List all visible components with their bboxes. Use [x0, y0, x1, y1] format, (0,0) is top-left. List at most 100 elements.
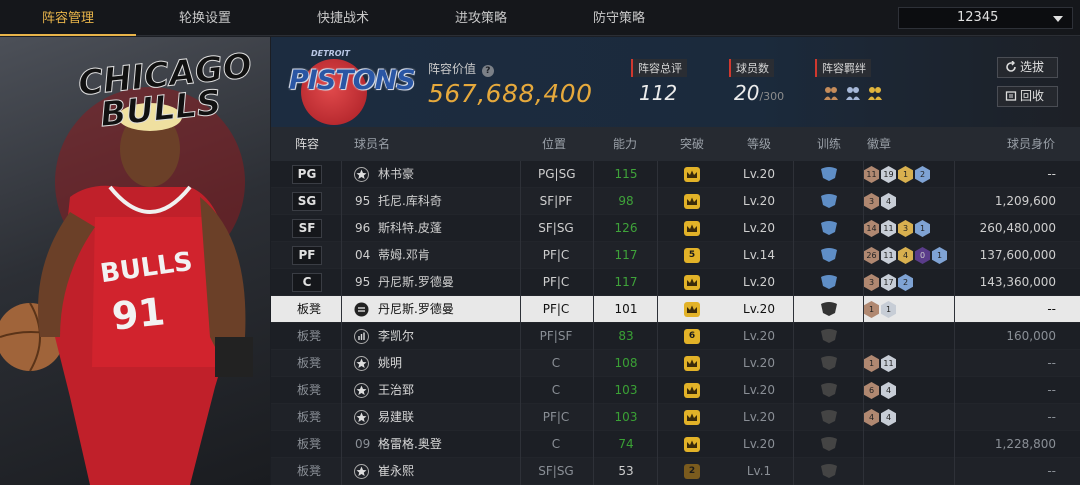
- table-row[interactable]: SF 96 斯科特.皮蓬 SF|SG 126 Lv.20 14 11 3 1 260,480,000: [271, 215, 1080, 242]
- player-rating-num: 09: [355, 437, 371, 451]
- star-rank-icon: [354, 464, 369, 479]
- star-rank-icon: [354, 356, 369, 371]
- tab-lineup[interactable]: 阵容管理: [0, 0, 136, 36]
- tab-rotation[interactable]: 轮换设置: [136, 0, 274, 36]
- chemistry-icon-3[interactable]: [866, 84, 884, 102]
- player-name[interactable]: 蒂姆.邓肯: [378, 242, 430, 269]
- col-lineup: 阵容: [295, 137, 320, 151]
- recycle-button-label: 回收: [1020, 89, 1045, 103]
- player-name[interactable]: 姚明: [378, 350, 402, 377]
- skill-badge: 2: [898, 274, 913, 291]
- player-rating-num: 04: [355, 248, 371, 262]
- training-icon[interactable]: [820, 463, 838, 479]
- tab-offense[interactable]: 进攻策略: [412, 0, 550, 36]
- player-value: 260,480,000: [979, 221, 1056, 235]
- tab-quick-tactics[interactable]: 快捷战术: [274, 0, 412, 36]
- training-icon[interactable]: [820, 193, 838, 209]
- player-name[interactable]: 易建联: [378, 404, 414, 431]
- training-icon[interactable]: [820, 409, 838, 425]
- featured-player-panel: CHICAGO BULLS BULLS 91: [0, 37, 270, 485]
- player-name[interactable]: 丹尼斯.罗德曼: [378, 296, 454, 323]
- bench-slot: 板凳: [297, 464, 322, 478]
- col-training: 训练: [817, 137, 842, 151]
- training-icon[interactable]: [820, 382, 838, 398]
- player-position: C: [551, 437, 561, 451]
- table-row[interactable]: SG 95 托尼.库科奇 SF|PF 98 Lv.20 3 4 1,209,600: [271, 188, 1080, 215]
- crown-icon: [684, 194, 700, 209]
- player-ability: 115: [614, 167, 638, 181]
- star-rank-icon: [354, 383, 369, 398]
- table-row[interactable]: 板凳 易建联 PF|C 103 Lv.20 4 4 --: [271, 404, 1080, 431]
- player-name[interactable]: 丹尼斯.罗德曼: [378, 269, 454, 296]
- chemistry-icon-2[interactable]: [844, 84, 862, 102]
- skill-badge: 4: [881, 193, 896, 210]
- player-rating-num: 95: [355, 194, 371, 208]
- lineup-slot: PF: [292, 246, 322, 265]
- skill-badge: 1: [864, 355, 879, 372]
- player-value: --: [1047, 302, 1056, 316]
- player-name[interactable]: 李凯尔: [378, 323, 414, 350]
- table-row[interactable]: 板凳 09 格雷格.奥登 C 74 Lv.20 1,228,800: [271, 431, 1080, 458]
- select-button[interactable]: 选拔: [997, 57, 1058, 78]
- table-row[interactable]: PF 04 蒂姆.邓肯 PF|C 117 5 Lv.14 26 11 4 0 1 137,600,000: [271, 242, 1080, 269]
- player-name[interactable]: 托尼.库科奇: [378, 188, 442, 215]
- player-value: --: [1047, 383, 1056, 397]
- training-icon[interactable]: [820, 436, 838, 452]
- breakthrough-badge: 2: [684, 464, 700, 479]
- lineup-header: DETROIT PISTONS 阵容价值 ? 567,688,400 阵容总评 …: [271, 37, 1080, 127]
- player-name[interactable]: 斯科特.皮蓬: [378, 215, 442, 242]
- player-level: Lv.20: [743, 356, 775, 370]
- help-icon[interactable]: ?: [481, 65, 494, 77]
- training-icon[interactable]: [820, 328, 838, 344]
- chemistry-label: 阵容羁绊: [815, 59, 871, 77]
- tab-defense[interactable]: 防守策略: [550, 0, 688, 36]
- training-icon[interactable]: [820, 247, 838, 263]
- table-row[interactable]: 板凳 姚明 C 108 Lv.20 1 11 --: [271, 350, 1080, 377]
- training-icon[interactable]: [820, 301, 838, 317]
- player-name[interactable]: 林书豪: [378, 161, 414, 188]
- chevron-down-icon: [1053, 16, 1063, 22]
- breakthrough-badge: 6: [684, 329, 700, 344]
- table-row[interactable]: 板凳 崔永熙 SF|SG 53 2 Lv.1 --: [271, 458, 1080, 485]
- player-value: 1,228,800: [994, 437, 1056, 451]
- bench-slot: 板凳: [297, 356, 322, 370]
- player-name[interactable]: 王治郅: [378, 377, 414, 404]
- player-position: SF|SG: [538, 464, 574, 478]
- skill-badge: 17: [881, 274, 896, 291]
- training-icon[interactable]: [820, 220, 838, 236]
- table-row[interactable]: C 95 丹尼斯.罗德曼 PF|C 117 Lv.20 3 17 2 143,360,000: [271, 269, 1080, 296]
- table-row[interactable]: PG 林书豪 PG|SG 115 Lv.20 11 19 1 2 --: [271, 161, 1080, 188]
- column-divider: [341, 161, 342, 485]
- recycle-button[interactable]: 回收: [997, 86, 1058, 107]
- players-max: /300: [759, 90, 785, 103]
- lineup-slot: PG: [292, 165, 322, 184]
- player-value: 143,360,000: [979, 275, 1056, 289]
- player-ability: 98: [618, 194, 634, 208]
- training-icon[interactable]: [820, 355, 838, 371]
- player-level: Lv.20: [743, 329, 775, 343]
- skill-badge: 1: [864, 301, 879, 318]
- bench-slot: 板凳: [297, 383, 322, 397]
- player-level: Lv.20: [743, 194, 775, 208]
- bars-rank-icon: [354, 329, 369, 344]
- col-breakthrough: 突破: [680, 137, 705, 151]
- table-row[interactable]: 板凳 李凯尔 PF|SF 83 6 Lv.20 160,000: [271, 323, 1080, 350]
- table-row[interactable]: 板凳 王治郅 C 103 Lv.20 6 4 --: [271, 377, 1080, 404]
- chemistry-icon-1[interactable]: [822, 84, 840, 102]
- lineup-slot: SF: [292, 219, 322, 238]
- skill-badge: 19: [881, 166, 896, 183]
- player-name[interactable]: 崔永熙: [378, 458, 414, 485]
- skill-badge: 11: [881, 220, 896, 237]
- skill-badge: 2: [915, 166, 930, 183]
- player-value: --: [1047, 410, 1056, 424]
- training-icon[interactable]: [820, 166, 838, 182]
- player-name[interactable]: 格雷格.奥登: [378, 431, 442, 458]
- col-position: 位置: [542, 137, 567, 151]
- player-level: Lv.20: [743, 167, 775, 181]
- player-ability: 108: [614, 356, 638, 370]
- player-value: --: [1047, 167, 1056, 181]
- account-dropdown[interactable]: 12345: [898, 7, 1073, 29]
- training-icon[interactable]: [820, 274, 838, 290]
- table-row[interactable]: 板凳 丹尼斯.罗德曼 PF|C 101 Lv.20 1 1 --: [271, 296, 1080, 323]
- lineup-value-label-text: 阵容价值: [428, 62, 477, 76]
